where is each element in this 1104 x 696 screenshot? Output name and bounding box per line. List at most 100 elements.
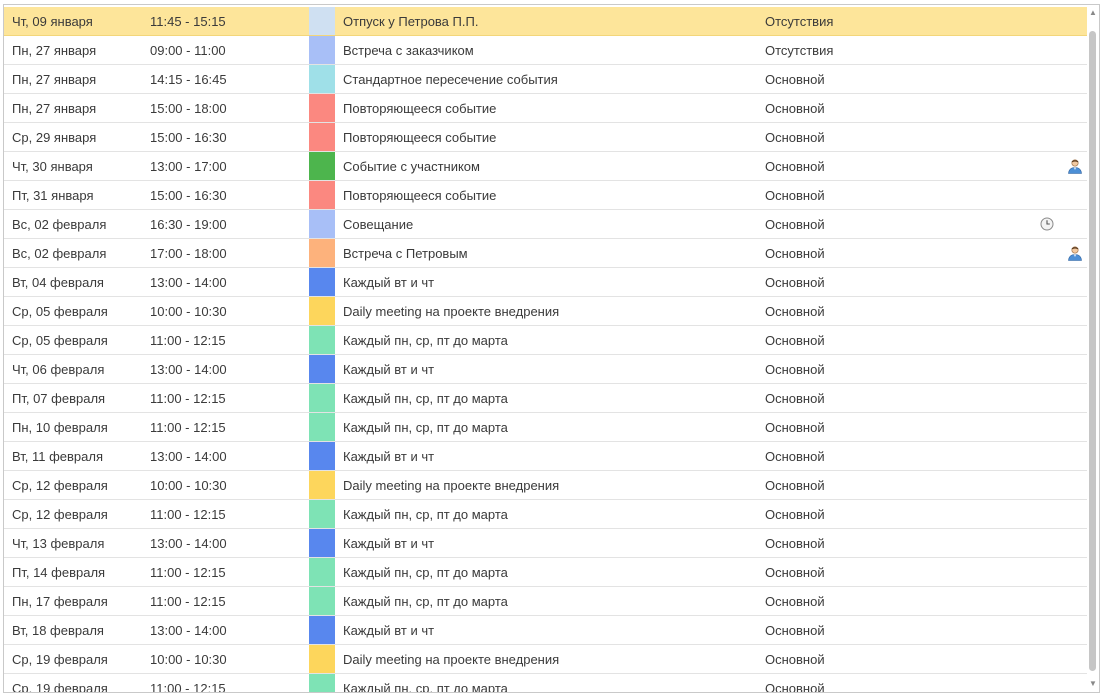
event-title: Каждый вт и чт (343, 623, 435, 638)
event-row[interactable]: Пт, 14 февраля 11:00 - 12:15 Каждый пн, ср… (4, 558, 1087, 587)
event-time: 13:00 - 14:00 (150, 275, 227, 290)
event-date: Вт, 04 февраля (12, 275, 104, 290)
event-title: Отпуск у Петрова П.П. (343, 14, 479, 29)
event-row[interactable]: Вс, 02 февраля 17:00 - 18:00 Встреча с Пет… (4, 239, 1087, 268)
event-row[interactable]: Вт, 18 февраля 13:00 - 14:00 Каждый вт и ч… (4, 616, 1087, 645)
event-title: Каждый пн, ср, пт до марта (343, 594, 508, 609)
event-time: 11:00 - 12:15 (150, 420, 226, 435)
vertical-scrollbar[interactable]: ▲ ▼ (1087, 5, 1099, 692)
event-color-swatch (309, 616, 335, 644)
event-title: Повторяющееся событие (343, 188, 497, 203)
event-color-swatch (309, 297, 335, 325)
event-row[interactable]: Ср, 19 февраля 11:00 - 12:15 Каждый пн, ср… (4, 674, 1087, 693)
event-title: Daily meeting на проекте внедрения (343, 478, 560, 493)
event-time: 13:00 - 14:00 (150, 362, 227, 377)
event-row[interactable]: Пт, 31 января 15:00 - 16:30 Повторяющееся … (4, 181, 1087, 210)
event-calendar: Основной (765, 304, 825, 319)
event-date: Пн, 27 января (12, 101, 97, 116)
event-row[interactable]: Ср, 29 января 15:00 - 16:30 Повторяющееся … (4, 123, 1087, 152)
event-row[interactable]: Ср, 05 февраля 10:00 - 10:30 Daily meeting… (4, 297, 1087, 326)
event-date: Вт, 18 февраля (12, 623, 104, 638)
event-time: 14:15 - 16:45 (150, 72, 227, 87)
event-calendar: Основной (765, 101, 825, 116)
event-date: Пн, 27 января (12, 43, 97, 58)
event-calendar: Основной (765, 449, 825, 464)
event-row[interactable]: Ср, 12 февраля 11:00 - 12:15 Каждый пн, ср… (4, 500, 1087, 529)
event-title: Повторяющееся событие (343, 101, 497, 116)
event-title: Каждый вт и чт (343, 449, 435, 464)
event-calendar: Основной (765, 420, 825, 435)
event-row[interactable]: Пн, 17 февраля 11:00 - 12:15 Каждый пн, ср… (4, 587, 1087, 616)
event-title: Событие с участником (343, 159, 480, 174)
event-color-swatch (309, 529, 335, 557)
event-title: Каждый пн, ср, пт до марта (343, 565, 508, 580)
event-date: Чт, 06 февраля (12, 362, 105, 377)
event-title: Каждый пн, ср, пт до марта (343, 507, 508, 522)
event-row[interactable]: Чт, 09 января 11:45 - 15:15 Отпуск у Петро… (4, 7, 1087, 36)
event-title: Daily meeting на проекте внедрения (343, 652, 560, 667)
event-color-swatch (309, 7, 335, 35)
event-time: 16:30 - 19:00 (150, 217, 227, 232)
event-calendar: Основной (765, 362, 825, 377)
event-date: Пн, 27 января (12, 72, 97, 87)
event-date: Ср, 29 января (12, 130, 97, 145)
scroll-up-icon[interactable]: ▲ (1089, 8, 1097, 18)
event-calendar: Основной (765, 536, 825, 551)
event-title: Каждый вт и чт (343, 536, 435, 551)
event-calendar: Основной (765, 188, 825, 203)
event-color-swatch (309, 65, 335, 93)
event-color-swatch (309, 210, 335, 238)
event-calendar: Отсутствия (765, 43, 834, 58)
event-row[interactable]: Ср, 12 февраля 10:00 - 10:30 Daily meeting… (4, 471, 1087, 500)
event-date: Ср, 19 февраля (12, 681, 108, 693)
event-row[interactable]: Пн, 27 января 09:00 - 11:00 Встреча с зака… (4, 36, 1087, 65)
event-time: 11:00 - 12:15 (150, 507, 226, 522)
event-row[interactable]: Пт, 07 февраля 11:00 - 12:15 Каждый пн, ср… (4, 384, 1087, 413)
event-date: Пт, 07 февраля (12, 391, 106, 406)
event-title: Каждый вт и чт (343, 362, 435, 377)
event-calendar: Основной (765, 275, 825, 290)
event-calendar: Основной (765, 333, 825, 348)
event-row[interactable]: Пн, 27 января 15:00 - 18:00 Повторяющееся … (4, 94, 1087, 123)
event-calendar: Основной (765, 130, 825, 145)
event-title: Каждый пн, ср, пт до марта (343, 681, 508, 693)
event-color-swatch (309, 558, 335, 586)
event-title: Стандартное пересечение события (343, 72, 558, 87)
event-row[interactable]: Вт, 04 февраля 13:00 - 14:00 Каждый вт и ч… (4, 268, 1087, 297)
event-time: 11:00 - 12:15 (150, 681, 226, 693)
event-color-swatch (309, 674, 335, 692)
event-time: 11:45 - 15:15 (150, 14, 226, 29)
event-time: 13:00 - 14:00 (150, 536, 227, 551)
event-time: 17:00 - 18:00 (150, 246, 227, 261)
event-time: 15:00 - 16:30 (150, 130, 227, 145)
event-calendar: Основной (765, 217, 825, 232)
event-date: Ср, 05 февраля (12, 333, 108, 348)
event-title: Совещание (343, 217, 414, 232)
event-time: 11:00 - 12:15 (150, 565, 226, 580)
event-color-swatch (309, 587, 335, 615)
event-date: Вт, 11 февраля (12, 449, 103, 464)
event-row[interactable]: Пн, 27 января 14:15 - 16:45 Стандартное пе… (4, 65, 1087, 94)
event-row[interactable]: Чт, 13 февраля 13:00 - 14:00 Каждый вт и ч… (4, 529, 1087, 558)
event-title: Встреча с Петровым (343, 246, 468, 261)
event-row[interactable]: Ср, 19 февраля 10:00 - 10:30 Daily meeting… (4, 645, 1087, 674)
person-icon (1067, 245, 1083, 261)
event-title: Встреча с заказчиком (343, 43, 474, 58)
scroll-down-icon[interactable]: ▼ (1089, 679, 1097, 689)
scrollbar-thumb[interactable] (1089, 31, 1096, 671)
event-row[interactable]: Вт, 11 февраля 13:00 - 14:00 Каждый вт и ч… (4, 442, 1087, 471)
event-time: 11:00 - 12:15 (150, 391, 226, 406)
event-calendar: Отсутствия (765, 14, 834, 29)
event-time: 10:00 - 10:30 (150, 478, 227, 493)
event-time: 13:00 - 14:00 (150, 449, 227, 464)
event-color-swatch (309, 471, 335, 499)
event-title: Каждый пн, ср, пт до марта (343, 391, 508, 406)
event-row[interactable]: Вс, 02 февраля 16:30 - 19:00 Совещание Осно… (4, 210, 1087, 239)
event-row[interactable]: Чт, 06 февраля 13:00 - 14:00 Каждый вт и ч… (4, 355, 1087, 384)
event-row[interactable]: Чт, 30 января 13:00 - 17:00 Событие с учас… (4, 152, 1087, 181)
event-calendar: Основной (765, 246, 825, 261)
event-row[interactable]: Ср, 05 февраля 11:00 - 12:15 Каждый пн, ср… (4, 326, 1087, 355)
event-date: Вс, 02 февраля (12, 217, 107, 232)
event-row[interactable]: Пн, 10 февраля 11:00 - 12:15 Каждый пн, ср… (4, 413, 1087, 442)
event-calendar: Основной (765, 391, 825, 406)
